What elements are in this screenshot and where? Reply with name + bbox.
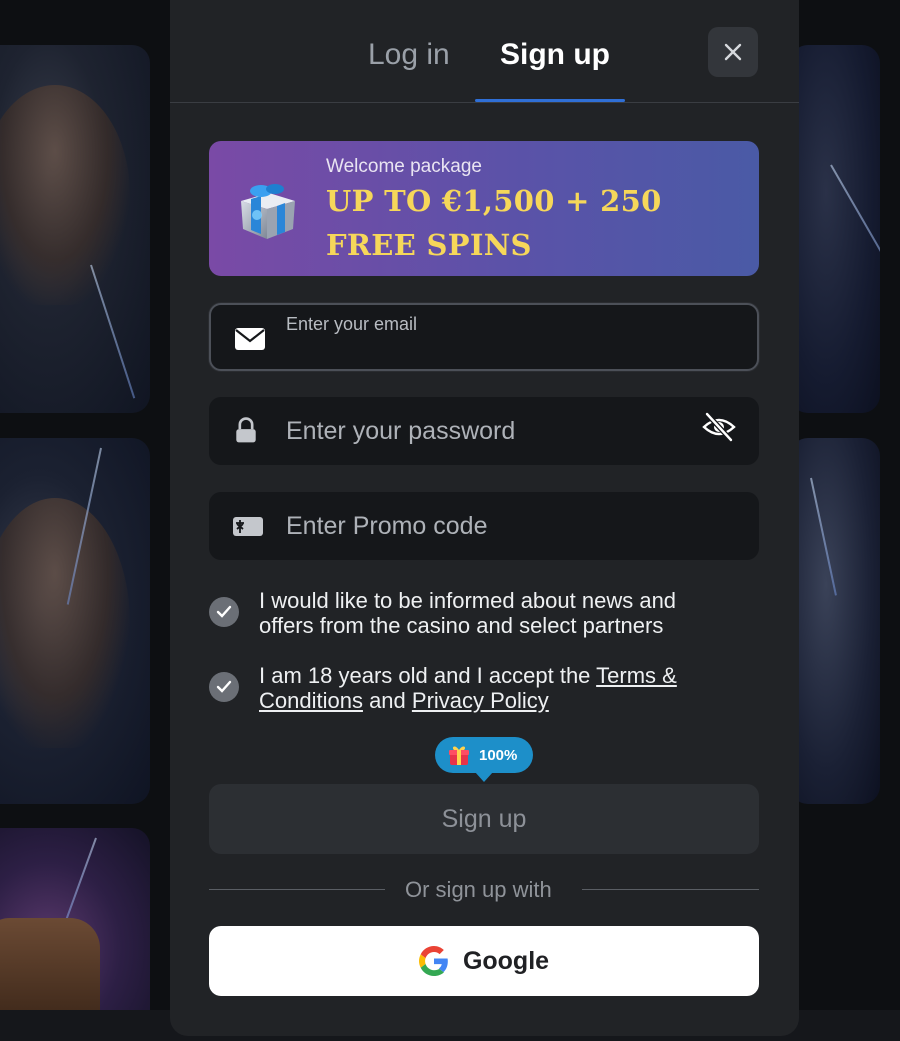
- gift-box-icon: [241, 184, 295, 239]
- divider-left: [209, 889, 385, 890]
- checkmark-icon: [216, 605, 232, 618]
- password-field[interactable]: Enter your password: [209, 397, 759, 465]
- email-field[interactable]: Enter your email: [209, 303, 759, 371]
- auth-tabs: Log in Sign up: [170, 0, 799, 103]
- google-signup-button[interactable]: Google: [209, 926, 759, 996]
- tab-signup[interactable]: Sign up: [500, 38, 610, 72]
- password-placeholder: Enter your password: [286, 417, 516, 445]
- game-tile-right-1[interactable]: [790, 45, 880, 413]
- game-tile-right-2[interactable]: [790, 438, 880, 804]
- envelope-icon: [235, 328, 265, 350]
- email-field-label: Enter your email: [286, 314, 418, 334]
- promo-code-field[interactable]: Enter Promo code: [209, 492, 759, 560]
- news-consent-row: I would like to be informed about news a…: [209, 588, 729, 640]
- game-tile-storm-warrior[interactable]: [0, 438, 150, 804]
- divider-right: [582, 889, 759, 890]
- game-tile-thunder-god[interactable]: [0, 45, 150, 413]
- auth-modal: Log in Sign up Welcome package UP TO €1,…: [170, 0, 799, 1036]
- game-art-figure: [0, 498, 130, 748]
- active-tab-indicator: [475, 99, 625, 102]
- lightning-decoration: [90, 264, 136, 399]
- tab-login[interactable]: Log in: [368, 38, 450, 72]
- game-tile-treasure-pot[interactable]: [0, 828, 150, 1028]
- bonus-badge-value: 100%: [479, 746, 518, 764]
- welcome-banner: Welcome package UP TO €1,500 + 250 FREE …: [209, 141, 759, 276]
- google-logo-icon: [418, 946, 448, 976]
- ticket-icon: [233, 517, 263, 536]
- news-consent-checkbox[interactable]: [209, 597, 239, 627]
- terms-consent-text: I am 18 years old and I accept the Terms…: [259, 663, 729, 713]
- promo-code-placeholder: Enter Promo code: [286, 512, 488, 540]
- checkmark-icon: [216, 680, 232, 693]
- lightning-decoration: [830, 164, 880, 296]
- eye-off-icon[interactable]: [701, 410, 737, 444]
- terms-consent-prefix: I am 18 years old and I accept the: [259, 663, 597, 688]
- close-button[interactable]: [708, 27, 758, 77]
- game-art-figure: [0, 85, 130, 305]
- divider-text: Or sign up with: [405, 877, 552, 902]
- terms-consent-checkbox[interactable]: [209, 672, 239, 702]
- banner-headline: UP TO €1,500 + 250 FREE SPINS: [326, 184, 662, 262]
- gift-icon: [449, 746, 469, 765]
- lock-icon: [236, 417, 256, 443]
- banner-subtitle: Welcome package: [326, 156, 482, 177]
- google-button-label: Google: [462, 946, 550, 975]
- privacy-policy-link[interactable]: Privacy Policy: [412, 688, 549, 713]
- lightning-decoration: [810, 477, 837, 596]
- signup-button[interactable]: Sign up: [209, 784, 759, 854]
- news-consent-text: I would like to be informed about news a…: [259, 588, 677, 638]
- close-icon: [724, 43, 742, 61]
- terms-consent-middle: and: [362, 688, 412, 713]
- bonus-badge: 100%: [435, 737, 533, 782]
- terms-consent-row: I am 18 years old and I accept the Terms…: [209, 663, 729, 715]
